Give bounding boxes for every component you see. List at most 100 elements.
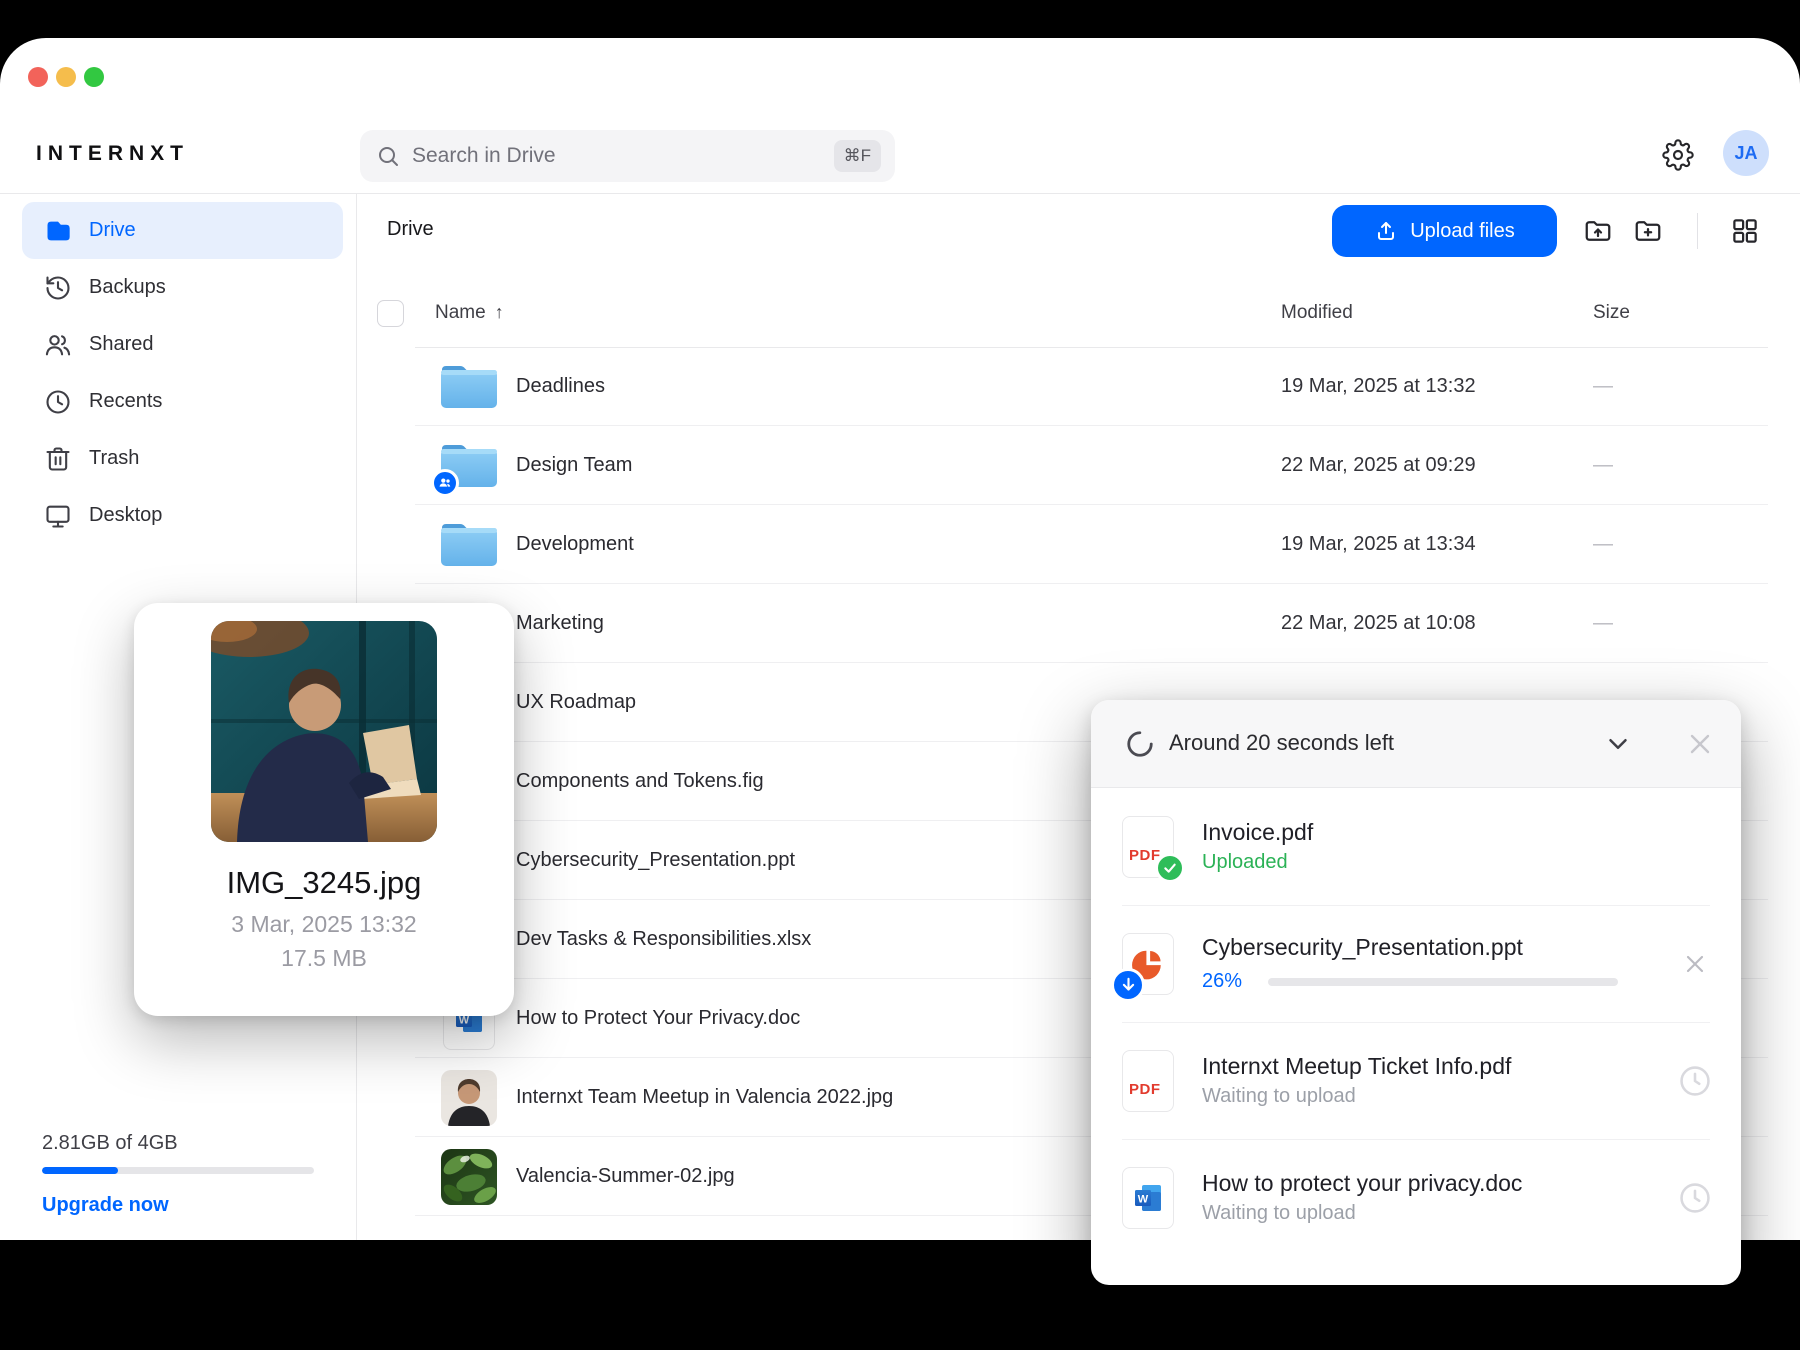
- internxt-logo: INTERNXT: [36, 142, 189, 166]
- sidebar-item-label: Recents: [89, 390, 162, 413]
- storage-widget: 2.81GB of 4GB Upgrade now: [42, 1132, 314, 1217]
- svg-text:W: W: [1138, 1193, 1149, 1205]
- sidebar-item-backups[interactable]: Backups: [22, 259, 343, 316]
- settings-button[interactable]: [1659, 136, 1697, 174]
- file-modified: 19 Mar, 2025 at 13:34: [1281, 533, 1476, 556]
- upload-status: Waiting to upload: [1202, 1085, 1511, 1108]
- search-icon: [376, 144, 400, 168]
- table-row[interactable]: Deadlines 19 Mar, 2025 at 13:32 —: [358, 347, 1800, 426]
- desktop-background: INTERNXT Search in Drive ⌘F JA Drive Back…: [0, 0, 1800, 1350]
- preview-image: [211, 621, 437, 842]
- upload-progress-panel: Around 20 seconds left PDFInvoice.pdfUpl…: [1091, 700, 1741, 1285]
- file-name: Internxt Team Meetup in Valencia 2022.jp…: [516, 1086, 893, 1109]
- search-placeholder: Search in Drive: [412, 144, 834, 168]
- sidebar-item-recents[interactable]: Recents: [22, 373, 343, 430]
- file-modified: 22 Mar, 2025 at 09:29: [1281, 454, 1476, 477]
- sidebar-item-drive[interactable]: Drive: [22, 202, 343, 259]
- folder-upload-icon: [1583, 216, 1613, 246]
- upload-progress-bar: [1268, 978, 1618, 986]
- file-preview-card: IMG_3245.jpg 3 Mar, 2025 13:32 17.5 MB: [134, 603, 514, 1016]
- waiting-clock-icon: [1677, 1180, 1713, 1216]
- upload-items-list: PDFInvoice.pdfUploadedCybersecurity_Pres…: [1091, 788, 1741, 1256]
- pdf-label: PDF: [1129, 1081, 1161, 1098]
- gear-icon: [1662, 139, 1694, 171]
- photo-leaves-icon: [437, 1149, 501, 1205]
- upload-item: W How to protect your privacy.doc Waiting …: [1091, 1139, 1741, 1256]
- upload-status: Uploaded: [1202, 851, 1313, 874]
- column-header-size: Size: [1593, 302, 1630, 324]
- recents-icon: [43, 387, 73, 417]
- close-panel-button[interactable]: [1682, 726, 1718, 762]
- upload-file-name: How to protect your privacy.doc: [1202, 1170, 1522, 1197]
- pdf-file-icon: PDF: [1122, 816, 1174, 878]
- sidebar-item-label: Trash: [89, 447, 139, 470]
- minimize-window-button[interactable]: [56, 67, 76, 87]
- zoom-window-button[interactable]: [84, 67, 104, 87]
- folder-plus-icon: [1633, 216, 1663, 246]
- column-header-name[interactable]: Name↑: [435, 302, 504, 324]
- sort-ascending-icon: ↑: [495, 302, 504, 322]
- grid-view-icon: [1730, 216, 1760, 246]
- app-window: INTERNXT Search in Drive ⌘F JA Drive Back…: [0, 38, 1800, 1240]
- backups-icon: [43, 273, 73, 303]
- sidebar-nav: Drive Backups Shared Recents Trash Desktop: [0, 202, 356, 544]
- file-size: —: [1593, 612, 1613, 635]
- file-name: UX Roadmap: [516, 691, 636, 714]
- file-name: Cybersecurity_Presentation.ppt: [516, 849, 795, 872]
- cancel-upload-button[interactable]: [1677, 946, 1713, 982]
- sidebar-item-trash[interactable]: Trash: [22, 430, 343, 487]
- file-name: How to Protect Your Privacy.doc: [516, 1007, 800, 1030]
- pdf-file-icon: PDF: [1122, 1050, 1174, 1112]
- upgrade-now-link[interactable]: Upgrade now: [42, 1194, 314, 1217]
- upload-icon: [1374, 219, 1398, 243]
- file-size: —: [1593, 533, 1613, 556]
- file-size: —: [1593, 454, 1613, 477]
- sidebar-item-label: Backups: [89, 276, 166, 299]
- table-row[interactable]: Design Team 22 Mar, 2025 at 09:29 —: [358, 426, 1800, 505]
- doc-file-icon: W: [1122, 1167, 1174, 1229]
- preview-filename: IMG_3245.jpg: [134, 865, 514, 901]
- table-row[interactable]: Development 19 Mar, 2025 at 13:34 —: [358, 505, 1800, 584]
- file-name: Design Team: [516, 454, 632, 477]
- folder-icon: [437, 362, 501, 412]
- file-modified: 19 Mar, 2025 at 13:32: [1281, 375, 1476, 398]
- file-name: Valencia-Summer-02.jpg: [516, 1165, 735, 1188]
- uploaded-check-icon: [1155, 853, 1185, 883]
- storage-usage-label: 2.81GB of 4GB: [42, 1132, 314, 1155]
- search-input[interactable]: Search in Drive ⌘F: [360, 130, 895, 182]
- file-size: —: [1593, 375, 1613, 398]
- sidebar-item-shared[interactable]: Shared: [22, 316, 343, 373]
- waiting-clock-icon: [1677, 1063, 1713, 1099]
- file-name: Dev Tasks & Responsibilities.xlsx: [516, 928, 811, 951]
- table-row[interactable]: Marketing22 Mar, 2025 at 10:08—: [358, 584, 1800, 663]
- sidebar-item-desktop[interactable]: Desktop: [22, 487, 343, 544]
- sidebar-item-label: Shared: [89, 333, 154, 356]
- uploading-arrow-icon: [1111, 968, 1145, 1002]
- upload-item: PDF Internxt Meetup Ticket Info.pdf Waitin…: [1091, 1022, 1741, 1139]
- grid-view-button[interactable]: [1723, 209, 1767, 253]
- sidebar-item-label: Drive: [89, 219, 136, 242]
- upload-file-name: Internxt Meetup Ticket Info.pdf: [1202, 1053, 1511, 1080]
- desktop-icon: [43, 501, 73, 531]
- upload-files-button[interactable]: Upload files: [1332, 205, 1557, 257]
- file-name: Development: [516, 533, 634, 556]
- trash-icon: [43, 444, 73, 474]
- close-icon: [1684, 728, 1716, 760]
- shared-badge-icon: [431, 469, 459, 497]
- upload-panel-header: Around 20 seconds left: [1091, 700, 1741, 788]
- folder-shared-icon: [437, 441, 501, 491]
- preview-filesize: 17.5 MB: [134, 945, 514, 972]
- upload-folder-button[interactable]: [1576, 209, 1620, 253]
- file-name: Deadlines: [516, 375, 605, 398]
- page-title: Drive: [387, 218, 434, 241]
- collapse-panel-button[interactable]: [1600, 726, 1636, 762]
- folder-icon: [437, 520, 501, 570]
- table-header: Name↑ Modified Size: [358, 290, 1800, 347]
- close-window-button[interactable]: [28, 67, 48, 87]
- new-folder-button[interactable]: [1626, 209, 1670, 253]
- select-all-checkbox[interactable]: [377, 300, 404, 327]
- preview-date: 3 Mar, 2025 13:32: [134, 911, 514, 938]
- ppt-file-icon: [1122, 933, 1174, 995]
- avatar[interactable]: JA: [1723, 130, 1769, 176]
- upload-status: Waiting to upload: [1202, 1202, 1522, 1225]
